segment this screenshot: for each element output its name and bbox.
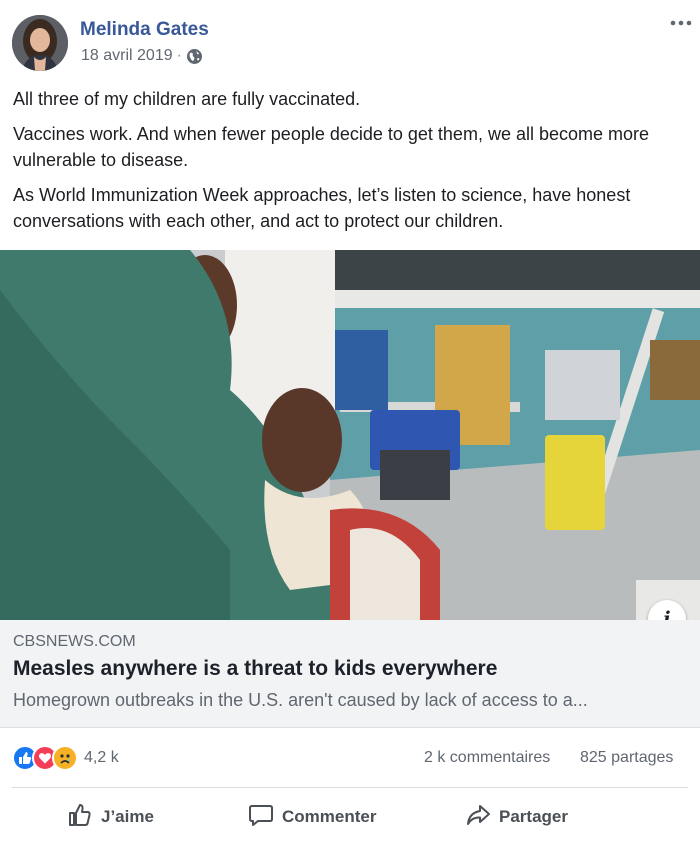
author-name[interactable]: Melinda Gates [80, 19, 209, 41]
post-meta: 18 avril 2019 · [81, 47, 203, 65]
post-paragraph: As World Immunization Week approaches, l… [13, 185, 631, 231]
thumbs-up-icon [67, 802, 93, 833]
post-date[interactable]: 18 avril 2019 [81, 47, 173, 65]
reactions-count: 4,2 k [84, 749, 119, 766]
share-button-label: Partager [499, 807, 568, 826]
meta-separator: · [176, 47, 182, 64]
share-icon [465, 802, 491, 833]
share-button[interactable]: Partager [465, 803, 568, 831]
comment-icon [248, 802, 274, 833]
shares-count[interactable]: 825 partages [580, 749, 673, 767]
comments-count[interactable]: 2 k commentaires [424, 749, 550, 767]
post-paragraph: All three of my children are fully vacci… [13, 89, 361, 109]
comment-button-label: Commenter [282, 807, 377, 826]
like-button[interactable]: J’aime [67, 803, 154, 831]
post-stats: 4,2 k 2 k commentaires 825 partages [0, 729, 700, 787]
reactions-summary[interactable]: 4,2 k [12, 745, 119, 771]
comment-button[interactable]: Commenter [248, 803, 376, 831]
like-button-label: J’aime [101, 807, 154, 826]
link-title[interactable]: Measles anywhere is a threat to kids eve… [13, 657, 497, 681]
link-preview-card[interactable]: CBSNEWS.COM Measles anywhere is a threat… [0, 620, 700, 728]
link-description: Homegrown outbreaks in the U.S. aren't c… [13, 690, 588, 710]
post-header: Melinda Gates 18 avril 2019 · [0, 0, 700, 80]
post-text: All three of my children are fully vacci… [13, 86, 683, 243]
sad-icon [52, 745, 78, 771]
link-domain: CBSNEWS.COM [13, 633, 136, 650]
globe-icon[interactable] [186, 48, 203, 65]
author-avatar[interactable] [12, 15, 68, 71]
link-preview-image[interactable] [0, 250, 700, 620]
more-options-icon[interactable] [668, 14, 694, 32]
post-paragraph: Vaccines work. And when fewer people dec… [13, 124, 650, 170]
post-actions: J’aime Commenter Partager [0, 788, 700, 845]
